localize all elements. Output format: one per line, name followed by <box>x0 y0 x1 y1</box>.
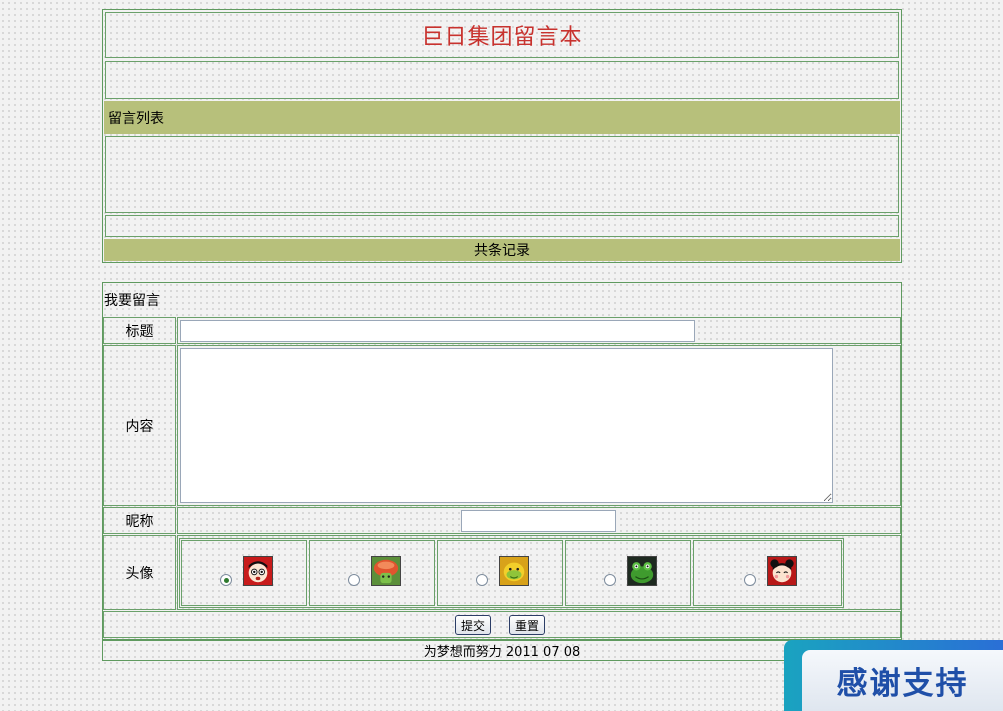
submit-button[interactable]: 提交 <box>455 615 492 635</box>
reset-button[interactable]: 重置 <box>509 615 546 635</box>
nickname-label-cell: 昵称 <box>103 507 176 534</box>
avatar-label-cell: 头像 <box>103 535 176 610</box>
content-label: 内容 <box>125 418 154 435</box>
green-mushroom-avatar-icon <box>371 556 401 586</box>
thanks-banner[interactable]: 感谢支持 <box>784 640 1003 711</box>
yellow-bean-avatar-icon <box>499 556 529 586</box>
avatar-option-4[interactable] <box>565 540 691 606</box>
page-title: 巨日集团留言本 <box>421 25 583 50</box>
green-frog-avatar-icon <box>627 556 657 586</box>
message-list-body <box>105 136 899 213</box>
footer-bar: 为梦想而努力 2011 07 08 <box>102 640 902 661</box>
avatar-radio-4[interactable] <box>604 574 616 586</box>
footer-text: 为梦想而努力 2011 07 08 <box>423 645 581 660</box>
page-title-cell: 巨日集团留言本 <box>105 12 899 58</box>
thanks-banner-text: 感谢支持 <box>802 650 1003 711</box>
title-label: 标题 <box>125 323 154 340</box>
avatar-option-3[interactable] <box>437 540 563 606</box>
message-list-pager <box>105 215 899 237</box>
title-spacer-row <box>105 61 899 99</box>
message-list-heading: 留言列表 <box>108 110 164 127</box>
avatar-option-2[interactable] <box>309 540 435 606</box>
record-count-bar: 共条记录 <box>104 239 900 261</box>
pucca-girl-avatar-icon <box>767 556 797 586</box>
avatar-label: 头像 <box>125 565 154 582</box>
nickname-label: 昵称 <box>125 513 154 530</box>
nickname-input[interactable] <box>461 510 616 532</box>
form-heading-row: 我要留言 <box>103 285 901 315</box>
avatar-option-1[interactable] <box>181 540 307 606</box>
message-list-header: 留言列表 <box>104 101 900 134</box>
content-textarea[interactable] <box>180 348 833 503</box>
form-buttons-row <box>103 611 901 638</box>
avatar-radio-3[interactable] <box>476 574 488 586</box>
content-label-cell: 内容 <box>103 345 176 506</box>
avatar-radio-1[interactable] <box>220 574 232 586</box>
avatar-radio-2[interactable] <box>348 574 360 586</box>
form-heading: 我要留言 <box>104 293 160 309</box>
avatar-option-5[interactable] <box>693 540 842 606</box>
title-label-cell: 标题 <box>103 317 176 344</box>
avatar-radio-5[interactable] <box>744 574 756 586</box>
record-count-text: 共条记录 <box>474 243 530 259</box>
title-input[interactable] <box>180 320 695 342</box>
pucca-red-avatar-icon <box>243 556 273 586</box>
